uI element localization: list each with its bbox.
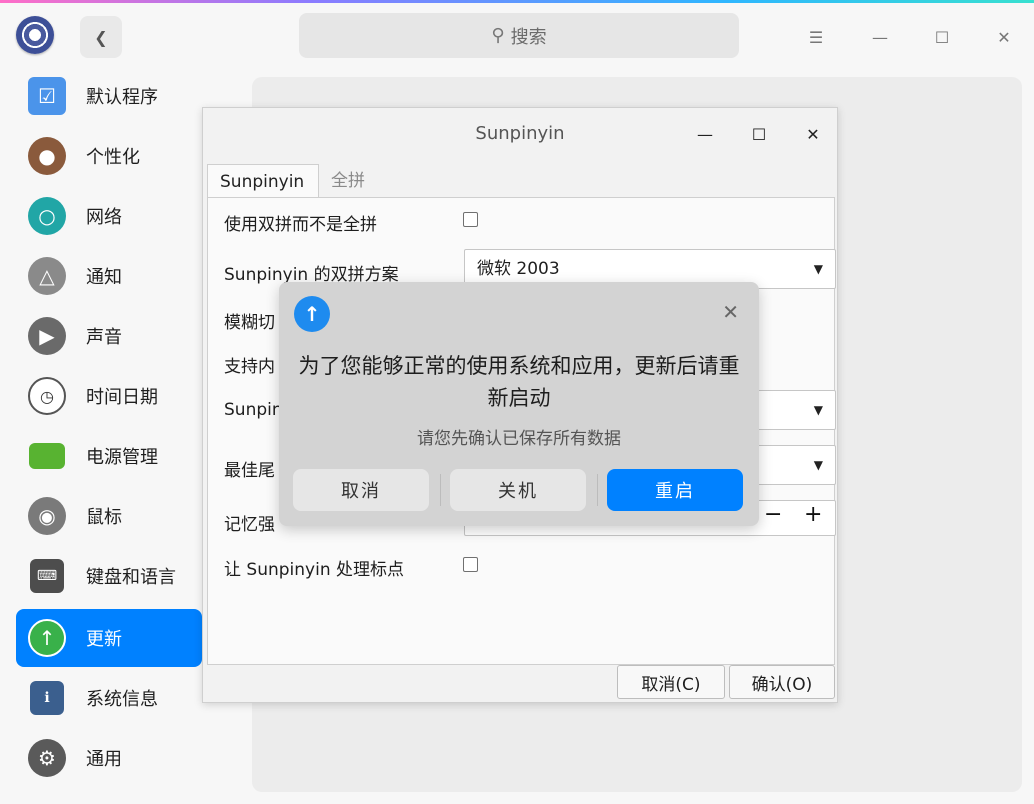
dropdown-arrow-icon: ▼: [813, 458, 823, 472]
menu-icon: ☰: [808, 27, 824, 47]
close-icon: ✕: [997, 27, 1011, 47]
palette-icon: ●: [28, 137, 66, 175]
shuangpin-checkbox[interactable]: [463, 212, 478, 227]
sidebar-item-keyboard[interactable]: ⌨ 键盘和语言: [16, 547, 202, 605]
update-arrow-icon: ↑: [28, 619, 66, 657]
globe-icon: ○: [28, 197, 66, 235]
sidebar-item-label: 系统信息: [86, 689, 158, 710]
sp-maximize-button[interactable]: ☐: [745, 120, 773, 148]
dropdown-arrow-icon: ▼: [813, 262, 823, 276]
sidebar-item-default-apps[interactable]: ☑ 默认程序: [16, 67, 202, 125]
sidebar-item-label: 网络: [86, 207, 122, 228]
speaker-icon: ▶: [28, 317, 66, 355]
chevron-left-icon: ❮: [94, 27, 108, 47]
tab-sunpinyin[interactable]: Sunpinyin: [207, 164, 319, 198]
restart-button[interactable]: 重启: [607, 469, 743, 511]
tab-quanpin[interactable]: 全拼: [331, 164, 365, 198]
minimize-button[interactable]: —: [866, 23, 894, 51]
scheme-value: 微软 2003: [477, 259, 560, 279]
minimize-icon: —: [697, 124, 713, 144]
dialog-close-button[interactable]: ✕: [722, 300, 739, 324]
sidebar-item-label: 电源管理: [86, 447, 158, 468]
sidebar-item-label: 鼠标: [86, 507, 122, 528]
sidebar-item-update[interactable]: ↑ 更新: [16, 609, 202, 667]
minimize-icon: —: [872, 27, 888, 47]
sp-close-button[interactable]: ✕: [799, 120, 827, 148]
battery-icon: [29, 443, 65, 469]
sidebar-item-mouse[interactable]: ◉ 鼠标: [16, 487, 202, 545]
search-icon: ⚲: [491, 25, 505, 46]
sidebar-item-label: 更新: [86, 629, 122, 650]
bell-icon: △: [28, 257, 66, 295]
sidebar-item-label: 时间日期: [86, 387, 158, 408]
keyboard-icon: ⌨: [30, 559, 64, 593]
update-arrow-icon: ↑: [294, 296, 330, 332]
close-icon: ✕: [722, 300, 739, 324]
titlebar: ❮ ⚲ 搜索 ☰ — ☐ ✕: [0, 3, 1034, 69]
support-label: 支持内: [224, 357, 275, 377]
divider: [597, 474, 598, 506]
sidebar-item-label: 默认程序: [86, 87, 158, 108]
fuzzy-label: 模糊切: [224, 313, 275, 333]
maximize-button[interactable]: ☐: [928, 23, 956, 51]
app-logo-icon: [16, 16, 54, 54]
sidebar-item-system-info[interactable]: ℹ 系统信息: [16, 669, 202, 727]
dialog-cancel-button[interactable]: 取消: [293, 469, 429, 511]
restart-dialog: ↑ ✕ 为了您能够正常的使用系统和应用，更新后请重新启动 请您先确认已保存所有数…: [279, 282, 759, 526]
system-info-icon: ℹ: [30, 681, 64, 715]
sidebar-item-datetime[interactable]: ◷ 时间日期: [16, 367, 202, 425]
divider: [440, 474, 441, 506]
search-placeholder: 搜索: [510, 26, 547, 48]
sidebar-item-network[interactable]: ○ 网络: [16, 187, 202, 245]
sidebar-item-notifications[interactable]: △ 通知: [16, 247, 202, 305]
sidebar-item-label: 个性化: [86, 147, 140, 168]
window-title: Sunpinyin: [475, 123, 565, 144]
close-button[interactable]: ✕: [990, 23, 1018, 51]
sidebar-item-power[interactable]: 电源管理: [16, 427, 202, 485]
back-button[interactable]: ❮: [80, 16, 122, 58]
sidebar-item-personalization[interactable]: ● 个性化: [16, 127, 202, 185]
sp-minimize-button[interactable]: —: [691, 120, 719, 148]
best-label: 最佳尾: [224, 461, 275, 481]
close-icon: ✕: [806, 124, 820, 144]
default-apps-icon: ☑: [28, 77, 66, 115]
punct-label: 让 Sunpinyin 处理标点: [224, 560, 404, 580]
sidebar-item-sound[interactable]: ▶ 声音: [16, 307, 202, 365]
search-input[interactable]: ⚲ 搜索: [299, 13, 739, 58]
cancel-button[interactable]: 取消(C): [617, 665, 725, 699]
memory-label: 记忆强: [224, 515, 275, 535]
mouse-icon: ◉: [28, 497, 66, 535]
sidebar-item-label: 声音: [86, 327, 122, 348]
sidebar-item-label: 通用: [86, 749, 122, 770]
dropdown-arrow-icon: ▼: [813, 403, 823, 417]
dialog-title: 为了您能够正常的使用系统和应用，更新后请重新启动: [298, 354, 740, 410]
ok-button[interactable]: 确认(O): [729, 665, 835, 699]
clock-icon: ◷: [28, 377, 66, 415]
sunpin-label: Sunpin: [224, 400, 283, 420]
spin-minus-button[interactable]: −: [764, 502, 782, 527]
maximize-icon: ☐: [934, 27, 950, 47]
sidebar-item-general[interactable]: ⚙ 通用: [16, 729, 202, 787]
spin-plus-button[interactable]: +: [804, 502, 822, 527]
shutdown-button[interactable]: 关机: [450, 469, 586, 511]
sidebar-item-label: 通知: [86, 267, 122, 288]
sidebar-item-label: 键盘和语言: [86, 567, 176, 588]
punct-checkbox[interactable]: [463, 557, 478, 572]
maximize-icon: ☐: [751, 124, 767, 144]
dialog-subtitle: 请您先确认已保存所有数据: [417, 429, 621, 449]
general-gear-icon: ⚙: [28, 739, 66, 777]
menu-button[interactable]: ☰: [802, 23, 830, 51]
shuangpin-label: 使用双拼而不是全拼: [224, 215, 377, 235]
